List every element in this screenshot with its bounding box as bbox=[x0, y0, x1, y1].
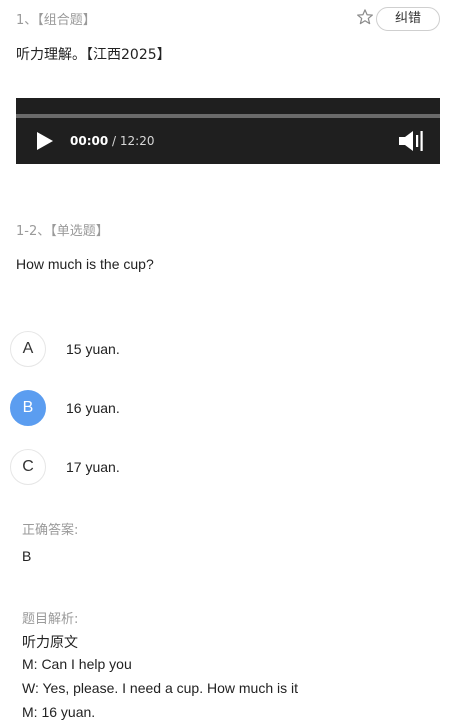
analysis-line: M: Can I help you bbox=[22, 656, 132, 672]
option-text: 16 yuan. bbox=[66, 400, 120, 416]
question-number: 1、【组合题】 bbox=[16, 13, 96, 28]
correct-answer-label: 正确答案: bbox=[22, 523, 79, 538]
question-header: 1、【组合题】 纠错 bbox=[16, 6, 440, 31]
play-icon[interactable] bbox=[36, 131, 54, 151]
current-time: 00:00 bbox=[70, 134, 109, 148]
sub-question-text: How much is the cup? bbox=[16, 256, 154, 272]
option-letter: C bbox=[10, 449, 46, 485]
option-letter: B bbox=[10, 390, 46, 426]
correct-answer-value: B bbox=[22, 548, 32, 564]
option-b[interactable]: B 16 yuan. bbox=[10, 390, 310, 428]
sub-question-label: 1-2、【单选题】 bbox=[16, 224, 109, 239]
analysis-label: 题目解析: bbox=[22, 612, 79, 627]
time-readout: 00:00 / 12:20 bbox=[70, 134, 154, 148]
volume-icon[interactable] bbox=[398, 129, 424, 153]
option-text: 17 yuan. bbox=[66, 459, 120, 475]
analysis-line: M: 16 yuan. bbox=[22, 704, 96, 720]
question-stem: 听力理解。【江西2025】 bbox=[16, 47, 171, 63]
analysis-line: W: Yes, please. I need a cup. How much i… bbox=[22, 680, 299, 696]
star-outline-icon[interactable] bbox=[356, 8, 374, 26]
audio-progress-bar[interactable] bbox=[16, 114, 440, 118]
option-c[interactable]: C 17 yuan. bbox=[10, 449, 310, 487]
report-error-button[interactable]: 纠错 bbox=[376, 7, 440, 31]
option-letter: A bbox=[10, 331, 46, 367]
audio-player: 00:00 / 12:20 bbox=[16, 98, 440, 164]
option-a[interactable]: A 15 yuan. bbox=[10, 331, 310, 369]
option-text: 15 yuan. bbox=[66, 341, 120, 357]
total-time: / 12:20 bbox=[112, 134, 155, 148]
analysis-line: 听力原文 bbox=[22, 634, 78, 650]
